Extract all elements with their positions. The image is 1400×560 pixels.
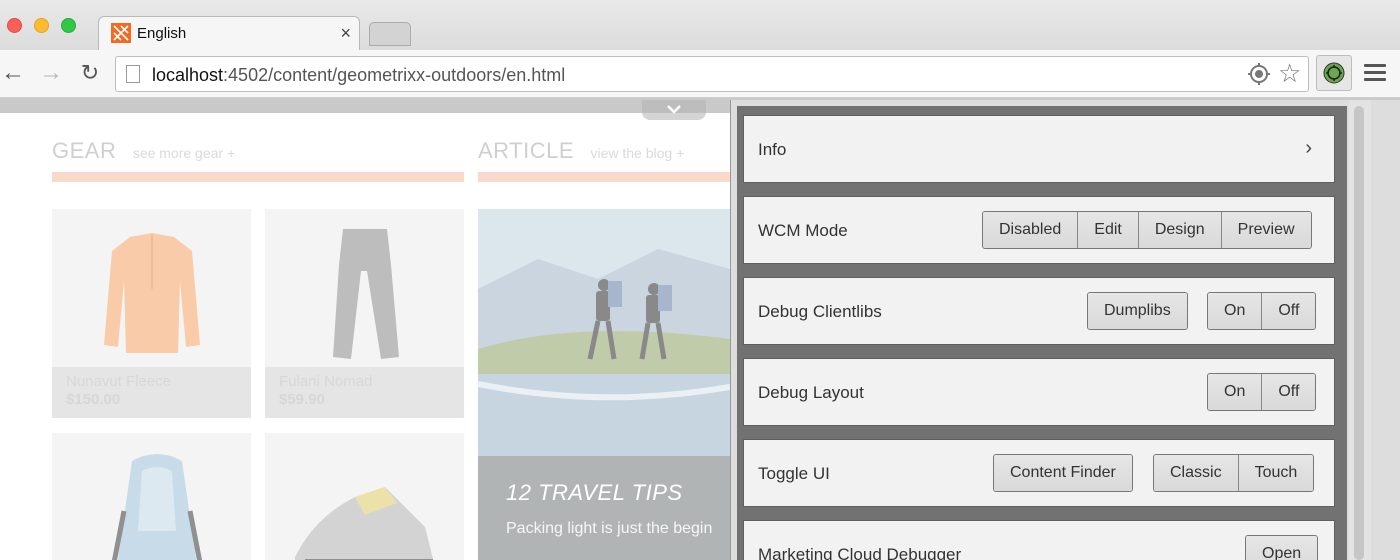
close-window-button[interactable]	[7, 18, 22, 33]
debug-clientlibs-label: Debug Clientlibs	[758, 302, 882, 321]
classic-ui-button[interactable]: Classic	[1154, 455, 1239, 491]
page-icon	[126, 65, 140, 83]
aem-extension-icon	[1323, 62, 1345, 84]
debug-layout-toggle: On Off	[1207, 373, 1317, 411]
wcm-mode-button-group: Disabled Edit Design Preview	[982, 211, 1312, 249]
dumplibs-button-group: Dumplibs	[1087, 292, 1188, 330]
wcm-design-button[interactable]: Design	[1138, 212, 1222, 248]
chevron-right-icon[interactable]: ›	[1305, 137, 1312, 160]
wcm-disabled-button[interactable]: Disabled	[983, 212, 1079, 248]
debug-layout-label: Debug Layout	[758, 383, 864, 402]
debug-clientlibs-on-button[interactable]: On	[1208, 293, 1263, 329]
marketing-cloud-open-button[interactable]: Open	[1246, 536, 1318, 560]
url-text[interactable]: localhost:4502/content/geometrixx-outdoo…	[152, 65, 565, 86]
popup-scrollbar[interactable]	[1349, 100, 1371, 560]
wcm-edit-button[interactable]: Edit	[1078, 212, 1139, 248]
new-tab-button[interactable]	[369, 22, 411, 46]
tab-close-icon[interactable]: ×	[340, 23, 351, 44]
aem-extension-button[interactable]	[1316, 55, 1352, 91]
bookmark-star-icon[interactable]: ☆	[1278, 58, 1301, 88]
content-finder-button-group: Content Finder	[993, 454, 1133, 492]
page-dimming-overlay	[0, 113, 730, 560]
tab-title: English	[137, 25, 187, 42]
toggle-ui-label: Toggle UI	[758, 464, 830, 483]
debug-clientlibs-row: Debug Clientlibs Dumplibs On Off	[743, 277, 1335, 345]
forward-arrow-icon[interactable]: →	[38, 60, 64, 86]
wcm-mode-row: WCM Mode Disabled Edit Design Preview	[743, 196, 1335, 264]
dumplibs-button[interactable]: Dumplibs	[1088, 293, 1187, 329]
url-path: :4502/content/geometrixx-outdoors/en.htm…	[223, 65, 566, 85]
info-row[interactable]: Info ›	[743, 115, 1335, 183]
zoom-window-button[interactable]	[61, 18, 76, 33]
debug-layout-on-button[interactable]: On	[1208, 374, 1263, 410]
url-host: localhost	[152, 65, 224, 85]
address-bar[interactable]: localhost:4502/content/geometrixx-outdoo…	[115, 56, 1309, 92]
toggle-ui-row: Toggle UI Content Finder Classic Touch	[743, 439, 1335, 507]
marketing-cloud-button-group: Open	[1245, 535, 1319, 560]
browser-menu-icon[interactable]	[1364, 64, 1386, 82]
debug-clientlibs-toggle: On Off	[1207, 292, 1317, 330]
back-arrow-icon[interactable]: ←	[0, 60, 26, 86]
touch-ui-button[interactable]: Touch	[1238, 455, 1314, 491]
tab-strip: English ×	[0, 0, 1400, 50]
reload-icon[interactable]: ↻	[77, 60, 103, 86]
wcm-preview-button[interactable]: Preview	[1221, 212, 1311, 248]
minimize-window-button[interactable]	[34, 18, 49, 33]
popup-scrollbar-thumb[interactable]	[1354, 106, 1364, 560]
debug-layout-off-button[interactable]: Off	[1262, 374, 1316, 410]
aem-developer-tools-popup: Info › WCM Mode Disabled Edit Design Pre…	[730, 100, 1400, 560]
marketing-cloud-row: Marketing Cloud Debugger Open	[743, 520, 1335, 560]
ui-mode-toggle: Classic Touch	[1153, 454, 1315, 492]
popup-panel: Info › WCM Mode Disabled Edit Design Pre…	[737, 106, 1347, 560]
debug-clientlibs-off-button[interactable]: Off	[1262, 293, 1316, 329]
browser-tab-english[interactable]: English ×	[98, 16, 360, 50]
debug-layout-row: Debug Layout On Off	[743, 358, 1335, 426]
location-target-icon[interactable]	[1247, 62, 1271, 86]
wcm-mode-label: WCM Mode	[758, 221, 848, 240]
marketing-cloud-label: Marketing Cloud Debugger	[758, 545, 962, 560]
info-label: Info	[758, 140, 787, 159]
content-finder-button[interactable]: Content Finder	[994, 455, 1132, 491]
geometrixx-favicon-icon	[111, 23, 131, 43]
